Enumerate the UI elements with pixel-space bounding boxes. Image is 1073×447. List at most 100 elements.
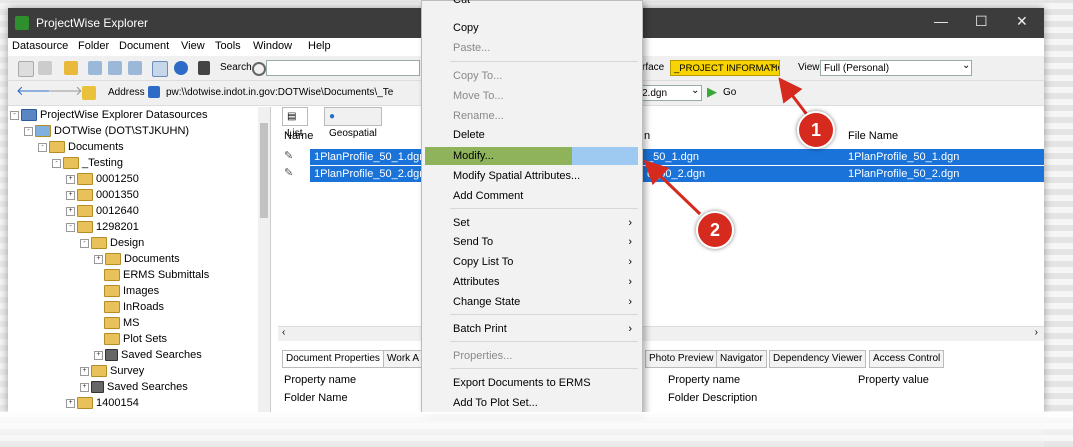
tree-item-inroads[interactable]: InRoads <box>104 299 164 315</box>
bottom-fade <box>0 412 1073 447</box>
column-description[interactable]: n <box>644 130 650 142</box>
menu-separator <box>450 314 638 315</box>
tree-item-survey[interactable]: + Survey <box>80 363 144 379</box>
info-icon[interactable] <box>174 61 188 75</box>
interface-label: rface <box>642 62 665 73</box>
chevron-down-icon[interactable]: ⌄ <box>691 85 699 96</box>
column-name[interactable]: Name <box>284 130 313 142</box>
tree-item-images[interactable]: Images <box>104 283 159 299</box>
tree-item-design[interactable]: - Design <box>80 235 144 251</box>
menu-item-delete[interactable]: Delete <box>422 126 642 144</box>
menu-window[interactable]: Window <box>253 40 292 52</box>
tab-navigator[interactable]: Navigator <box>716 350 767 368</box>
tree-item-erms-submittals[interactable]: ERMS Submittals <box>104 267 209 283</box>
menu-folder[interactable]: Folder <box>78 40 109 52</box>
folder-icon[interactable] <box>64 61 78 75</box>
new-icon[interactable] <box>18 61 34 77</box>
binoculars-icon[interactable] <box>198 61 210 75</box>
tree-item-1400154[interactable]: +1400154 <box>66 395 139 411</box>
close-button[interactable]: ✕ <box>1016 13 1028 30</box>
app-icon <box>15 16 29 30</box>
go-button[interactable]: Go <box>723 87 736 98</box>
menu-view[interactable]: View <box>181 40 205 52</box>
thumbnail-icon[interactable] <box>108 61 122 75</box>
menu-item-rename[interactable]: Rename... <box>422 107 642 125</box>
tab-dependency-viewer[interactable]: Dependency Viewer <box>769 350 867 368</box>
menu-item-copy-list-to[interactable]: Copy List To › <box>422 253 642 271</box>
list-view-icon[interactable] <box>128 61 142 75</box>
tab-photo-preview[interactable]: Photo Preview <box>645 350 718 368</box>
menu-document[interactable]: Document <box>119 40 169 52</box>
chevron-down-icon[interactable]: ⌄ <box>962 60 970 71</box>
tree-item-plot-sets[interactable]: Plot Sets <box>104 331 167 347</box>
menu-item-export-erms[interactable]: Export Documents to ERMS <box>422 374 642 392</box>
forward-icon[interactable]: 🡒 <box>48 83 83 98</box>
menu-item-copy-to[interactable]: Copy To... <box>422 67 642 85</box>
grid-view-icon[interactable] <box>152 61 168 77</box>
tree-item-ms[interactable]: MS <box>104 315 140 331</box>
tree-item-0001350[interactable]: +0001350 <box>66 187 139 203</box>
tree-item-0012640[interactable]: +0012640 <box>66 203 139 219</box>
submenu-arrow-icon: › <box>628 236 632 248</box>
background-edge <box>1044 0 1073 447</box>
tree-item-1298201[interactable]: -1298201 <box>66 219 139 235</box>
menu-item-properties[interactable]: Properties... <box>422 347 642 365</box>
menu-separator <box>450 368 638 369</box>
table-row-right[interactable]: _50_1.dgn 1PlanProfile_50_1.dgn <box>641 149 1044 165</box>
menu-item-paste[interactable]: Paste... <box>422 39 642 57</box>
tree-item-saved-searches[interactable]: + Saved Searches <box>94 347 202 363</box>
menu-help[interactable]: Help <box>308 40 331 52</box>
tab-geospatial[interactable]: ● Geospatial <box>324 107 382 139</box>
interface-dropdown[interactable]: _PROJECT INFORMATION <box>670 60 780 76</box>
menu-item-modify[interactable]: Modify... <box>422 147 642 165</box>
menu-item-cut[interactable]: Cut <box>422 0 642 9</box>
maximize-button[interactable]: ☐ <box>975 13 988 30</box>
tree-item-0001250[interactable]: +0001250 <box>66 171 139 187</box>
back-icon[interactable]: 🡐 <box>16 83 51 98</box>
table-row[interactable]: 1PlanProfile_50_1.dgn <box>310 149 425 165</box>
submenu-arrow-icon: › <box>628 323 632 335</box>
details-icon[interactable] <box>88 61 102 75</box>
tab-access-control[interactable]: Access Control <box>869 350 945 368</box>
search-input[interactable] <box>266 60 420 76</box>
menu-item-set[interactable]: Set › <box>422 214 642 232</box>
tab-document-properties[interactable]: Document Properties <box>282 350 384 368</box>
tab-work-area[interactable]: Work A <box>383 350 424 368</box>
menu-item-attributes[interactable]: Attributes › <box>422 273 642 291</box>
view-label: View <box>798 62 820 73</box>
menu-item-batch-print[interactable]: Batch Print › <box>422 320 642 338</box>
tab-list[interactable]: ▤ List <box>282 107 308 139</box>
edit-icon[interactable] <box>38 61 52 75</box>
list-horizontal-scrollbar[interactable]: ‹ › <box>278 326 1044 341</box>
minimize-button[interactable]: — <box>934 13 948 29</box>
menu-item-copy[interactable]: Copy <box>422 19 642 37</box>
tree-item-saved-searches-2[interactable]: + Saved Searches <box>80 379 188 395</box>
submenu-arrow-icon: › <box>628 276 632 288</box>
tree-root[interactable]: - ProjectWise Explorer Datasources <box>10 107 208 123</box>
go-icon[interactable]: ▶ <box>707 84 717 100</box>
table-row[interactable]: 1PlanProfile_50_2.dgn <box>310 166 425 182</box>
tree-item-design-documents[interactable]: + Documents <box>94 251 180 267</box>
tree-datasource[interactable]: - DOTWise (DOT\STJKUHN) <box>24 123 189 139</box>
scroll-left-icon[interactable]: ‹ <box>282 327 285 338</box>
tree-item-documents[interactable]: - Documents <box>38 139 124 155</box>
menu-item-modify-spatial[interactable]: Modify Spatial Attributes... <box>422 167 642 185</box>
menu-item-add-comment[interactable]: Add Comment <box>422 187 642 205</box>
chevron-down-icon[interactable]: ⌄ <box>770 60 778 71</box>
menu-item-send-to[interactable]: Send To › <box>422 233 642 251</box>
search-icon[interactable] <box>252 62 266 76</box>
column-file-name[interactable]: File Name <box>848 130 898 142</box>
menu-item-add-to-plot-set[interactable]: Add To Plot Set... <box>422 394 642 412</box>
tree-item-testing[interactable]: - _Testing <box>52 155 123 171</box>
menu-datasource[interactable]: Datasource <box>12 40 68 52</box>
address-input[interactable]: pw:\\dotwise.indot.in.gov:DOTWise\Docume… <box>163 85 423 101</box>
menu-tools[interactable]: Tools <box>215 40 241 52</box>
tree-scroll-thumb[interactable] <box>260 123 268 218</box>
menu-item-change-state[interactable]: Change State › <box>422 293 642 311</box>
property-name-header: Property name <box>284 374 357 386</box>
up-folder-icon[interactable] <box>82 86 96 100</box>
scroll-right-icon[interactable]: › <box>1035 327 1038 338</box>
view-dropdown[interactable]: Full (Personal) <box>820 60 972 76</box>
table-row-right[interactable]: e_50_2.dgn 1PlanProfile_50_2.dgn <box>641 166 1044 182</box>
menu-item-move-to[interactable]: Move To... <box>422 87 642 105</box>
